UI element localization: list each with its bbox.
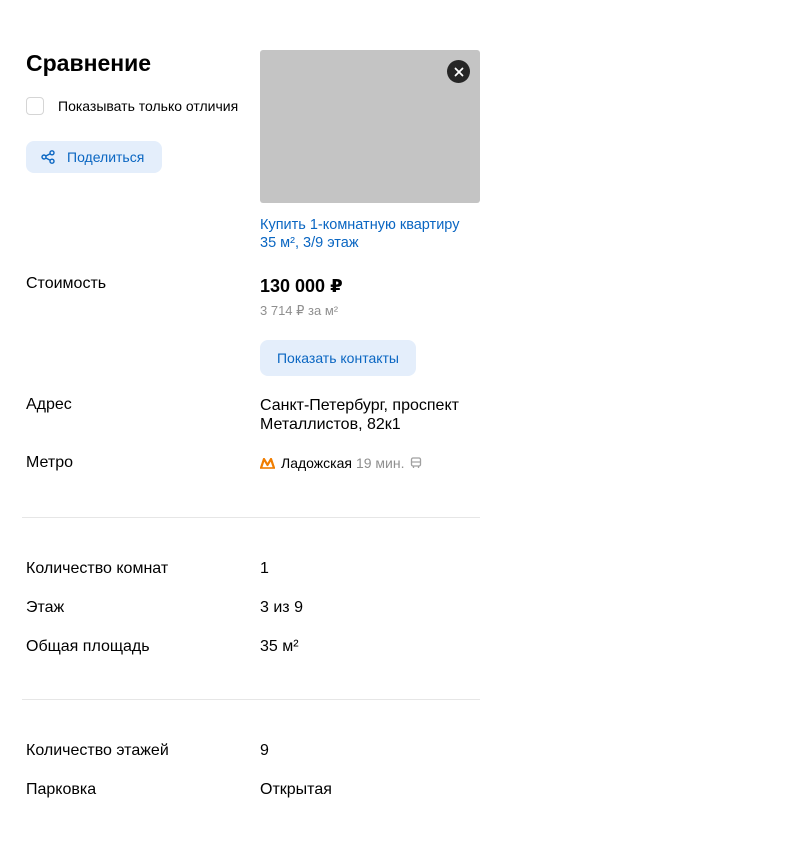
close-icon <box>454 67 464 77</box>
share-button-label: Поделиться <box>67 149 145 165</box>
metro-info: Ладожская 19 мин. <box>260 455 422 471</box>
floor-row-label: Этаж <box>26 599 65 616</box>
metro-travel-time: 19 мин. <box>355 455 405 471</box>
area-row-label: Общая площадь <box>26 638 150 655</box>
listing-title-line2: 35 м², 3/9 этаж <box>260 235 359 251</box>
bus-icon <box>410 457 422 469</box>
price-per-square-meter: 3 714 ₽ за м² <box>260 303 339 318</box>
rooms-value: 1 <box>260 560 269 577</box>
address-line2: Металлистов, 82к1 <box>260 416 401 433</box>
page-title: Сравнение <box>26 50 152 76</box>
share-icon <box>41 150 55 164</box>
listing-address: Санкт-Петербург, проспект Металлистов, 8… <box>260 396 490 434</box>
listing-title-line1: Купить 1-комнатную квартиру <box>260 217 460 233</box>
area-value: 35 м² <box>260 638 299 655</box>
address-line1: Санкт-Петербург, проспект <box>260 397 459 414</box>
show-differences-checkbox[interactable] <box>26 97 44 115</box>
share-button[interactable]: Поделиться <box>26 141 162 173</box>
floors-count-row-label: Количество этажей <box>26 742 169 759</box>
metro-row-label: Метро <box>26 454 73 471</box>
metro-station: Ладожская <box>281 455 352 471</box>
metro-icon <box>260 457 275 469</box>
show-contacts-button[interactable]: Показать контакты <box>260 340 416 376</box>
section-divider <box>22 517 480 518</box>
parking-value: Открытая <box>260 781 332 798</box>
rooms-row-label: Количество комнат <box>26 560 169 577</box>
section-divider <box>22 699 480 700</box>
show-differences-label: Показывать только отличия <box>58 98 239 114</box>
floor-value: 3 из 9 <box>260 599 303 616</box>
remove-listing-button[interactable] <box>447 60 470 83</box>
listing-price: 130 000 ₽ <box>260 276 343 296</box>
address-row-label: Адрес <box>26 396 72 413</box>
price-row-label: Стоимость <box>26 275 107 292</box>
show-differences-toggle[interactable]: Показывать только отличия <box>26 97 238 115</box>
parking-row-label: Парковка <box>26 781 97 798</box>
floors-count-value: 9 <box>260 742 269 759</box>
listing-title-link[interactable]: Купить 1-комнатную квартиру 35 м², 3/9 э… <box>260 216 488 252</box>
